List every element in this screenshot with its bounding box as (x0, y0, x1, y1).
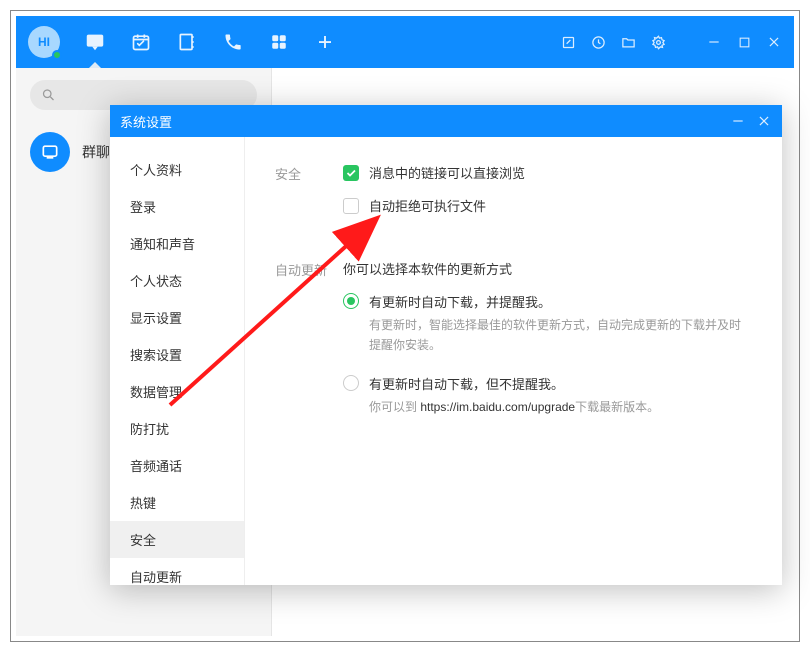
radio-description: 你可以到 https://im.baidu.com/upgrade下载最新版本。 (369, 397, 752, 417)
checkbox-checked-icon (343, 165, 359, 181)
window-maximize-icon[interactable] (736, 34, 752, 50)
settings-nav-item[interactable]: 安全 (110, 521, 244, 558)
avatar-text: HI (38, 35, 50, 49)
nav-contacts-icon[interactable] (176, 31, 198, 53)
update-intro: 你可以选择本软件的更新方式 (343, 259, 752, 278)
settings-nav-item[interactable]: 数据管理 (110, 373, 244, 410)
status-badge-online (52, 50, 62, 60)
settings-nav: 个人资料登录通知和声音个人状态显示设置搜索设置数据管理防打扰音频通话热键安全自动… (110, 137, 245, 585)
radio-selected-icon (343, 293, 359, 309)
nav-calendar-icon[interactable] (130, 31, 152, 53)
toolbar-settings-icon[interactable] (650, 34, 666, 50)
settings-nav-item[interactable]: 防打扰 (110, 410, 244, 447)
settings-nav-item[interactable]: 显示设置 (110, 299, 244, 336)
radio-unselected-icon (343, 375, 359, 391)
toolbar-pin-icon[interactable] (560, 34, 576, 50)
checkbox-label: 消息中的链接可以直接浏览 (369, 163, 525, 182)
dialog-body: 个人资料登录通知和声音个人状态显示设置搜索设置数据管理防打扰音频通话热键安全自动… (110, 137, 782, 585)
titlebar-left: HI (28, 26, 560, 58)
dialog-close-icon[interactable] (756, 113, 772, 129)
dialog-title: 系统设置 (120, 112, 730, 131)
section-heading-update: 自动更新 (275, 259, 343, 435)
toolbar-history-icon[interactable] (590, 34, 606, 50)
settings-content: 安全 消息中的链接可以直接浏览 自动拒绝可执行文件 自动更新 (245, 137, 782, 585)
nav-add-icon[interactable] (314, 31, 336, 53)
radio-label: 有更新时自动下载，并提醒我。 (369, 292, 551, 311)
checkbox-label: 自动拒绝可执行文件 (369, 196, 486, 215)
window-minimize-icon[interactable] (706, 34, 722, 50)
upgrade-link[interactable]: https://im.baidu.com/upgrade (420, 400, 575, 414)
radio-update-auto-notify[interactable]: 有更新时自动下载，并提醒我。 (343, 292, 752, 311)
chat-avatar-icon (30, 132, 70, 172)
titlebar-right (560, 34, 782, 50)
settings-nav-item[interactable]: 个人资料 (110, 151, 244, 188)
settings-nav-item[interactable]: 个人状态 (110, 262, 244, 299)
settings-nav-item[interactable]: 自动更新 (110, 558, 244, 595)
checkbox-unchecked-icon (343, 198, 359, 214)
avatar[interactable]: HI (28, 26, 60, 58)
text: 下载最新版本。 (575, 400, 659, 414)
toolbar-folder-icon[interactable] (620, 34, 636, 50)
nav-apps-icon[interactable] (268, 31, 290, 53)
dialog-titlebar: 系统设置 (110, 105, 782, 137)
checkbox-reject-executable[interactable]: 自动拒绝可执行文件 (343, 196, 752, 215)
section-auto-update: 自动更新 你可以选择本软件的更新方式 有更新时自动下载，并提醒我。 有更新时，智… (275, 259, 752, 435)
search-icon (41, 88, 56, 103)
settings-nav-item[interactable]: 热键 (110, 484, 244, 521)
chat-name: 群聊 (82, 142, 110, 162)
settings-nav-item[interactable]: 登录 (110, 188, 244, 225)
text: 你可以到 (369, 400, 420, 414)
settings-nav-item[interactable]: 通知和声音 (110, 225, 244, 262)
settings-dialog: 系统设置 个人资料登录通知和声音个人状态显示设置搜索设置数据管理防打扰音频通话热… (110, 105, 782, 585)
nav-chat-icon[interactable] (84, 31, 106, 53)
settings-nav-item[interactable]: 音频通话 (110, 447, 244, 484)
radio-update-auto-silent[interactable]: 有更新时自动下载，但不提醒我。 (343, 374, 752, 393)
window-close-icon[interactable] (766, 34, 782, 50)
section-security: 安全 消息中的链接可以直接浏览 自动拒绝可执行文件 (275, 163, 752, 229)
titlebar: HI (16, 16, 794, 68)
nav-phone-icon[interactable] (222, 31, 244, 53)
section-heading-security: 安全 (275, 163, 343, 229)
radio-description: 有更新时，智能选择最佳的软件更新方式，自动完成更新的下载并及时提醒你安装。 (369, 315, 752, 356)
dialog-minimize-icon[interactable] (730, 113, 746, 129)
settings-nav-item[interactable]: 搜索设置 (110, 336, 244, 373)
radio-label: 有更新时自动下载，但不提醒我。 (369, 374, 564, 393)
checkbox-link-browse[interactable]: 消息中的链接可以直接浏览 (343, 163, 752, 182)
